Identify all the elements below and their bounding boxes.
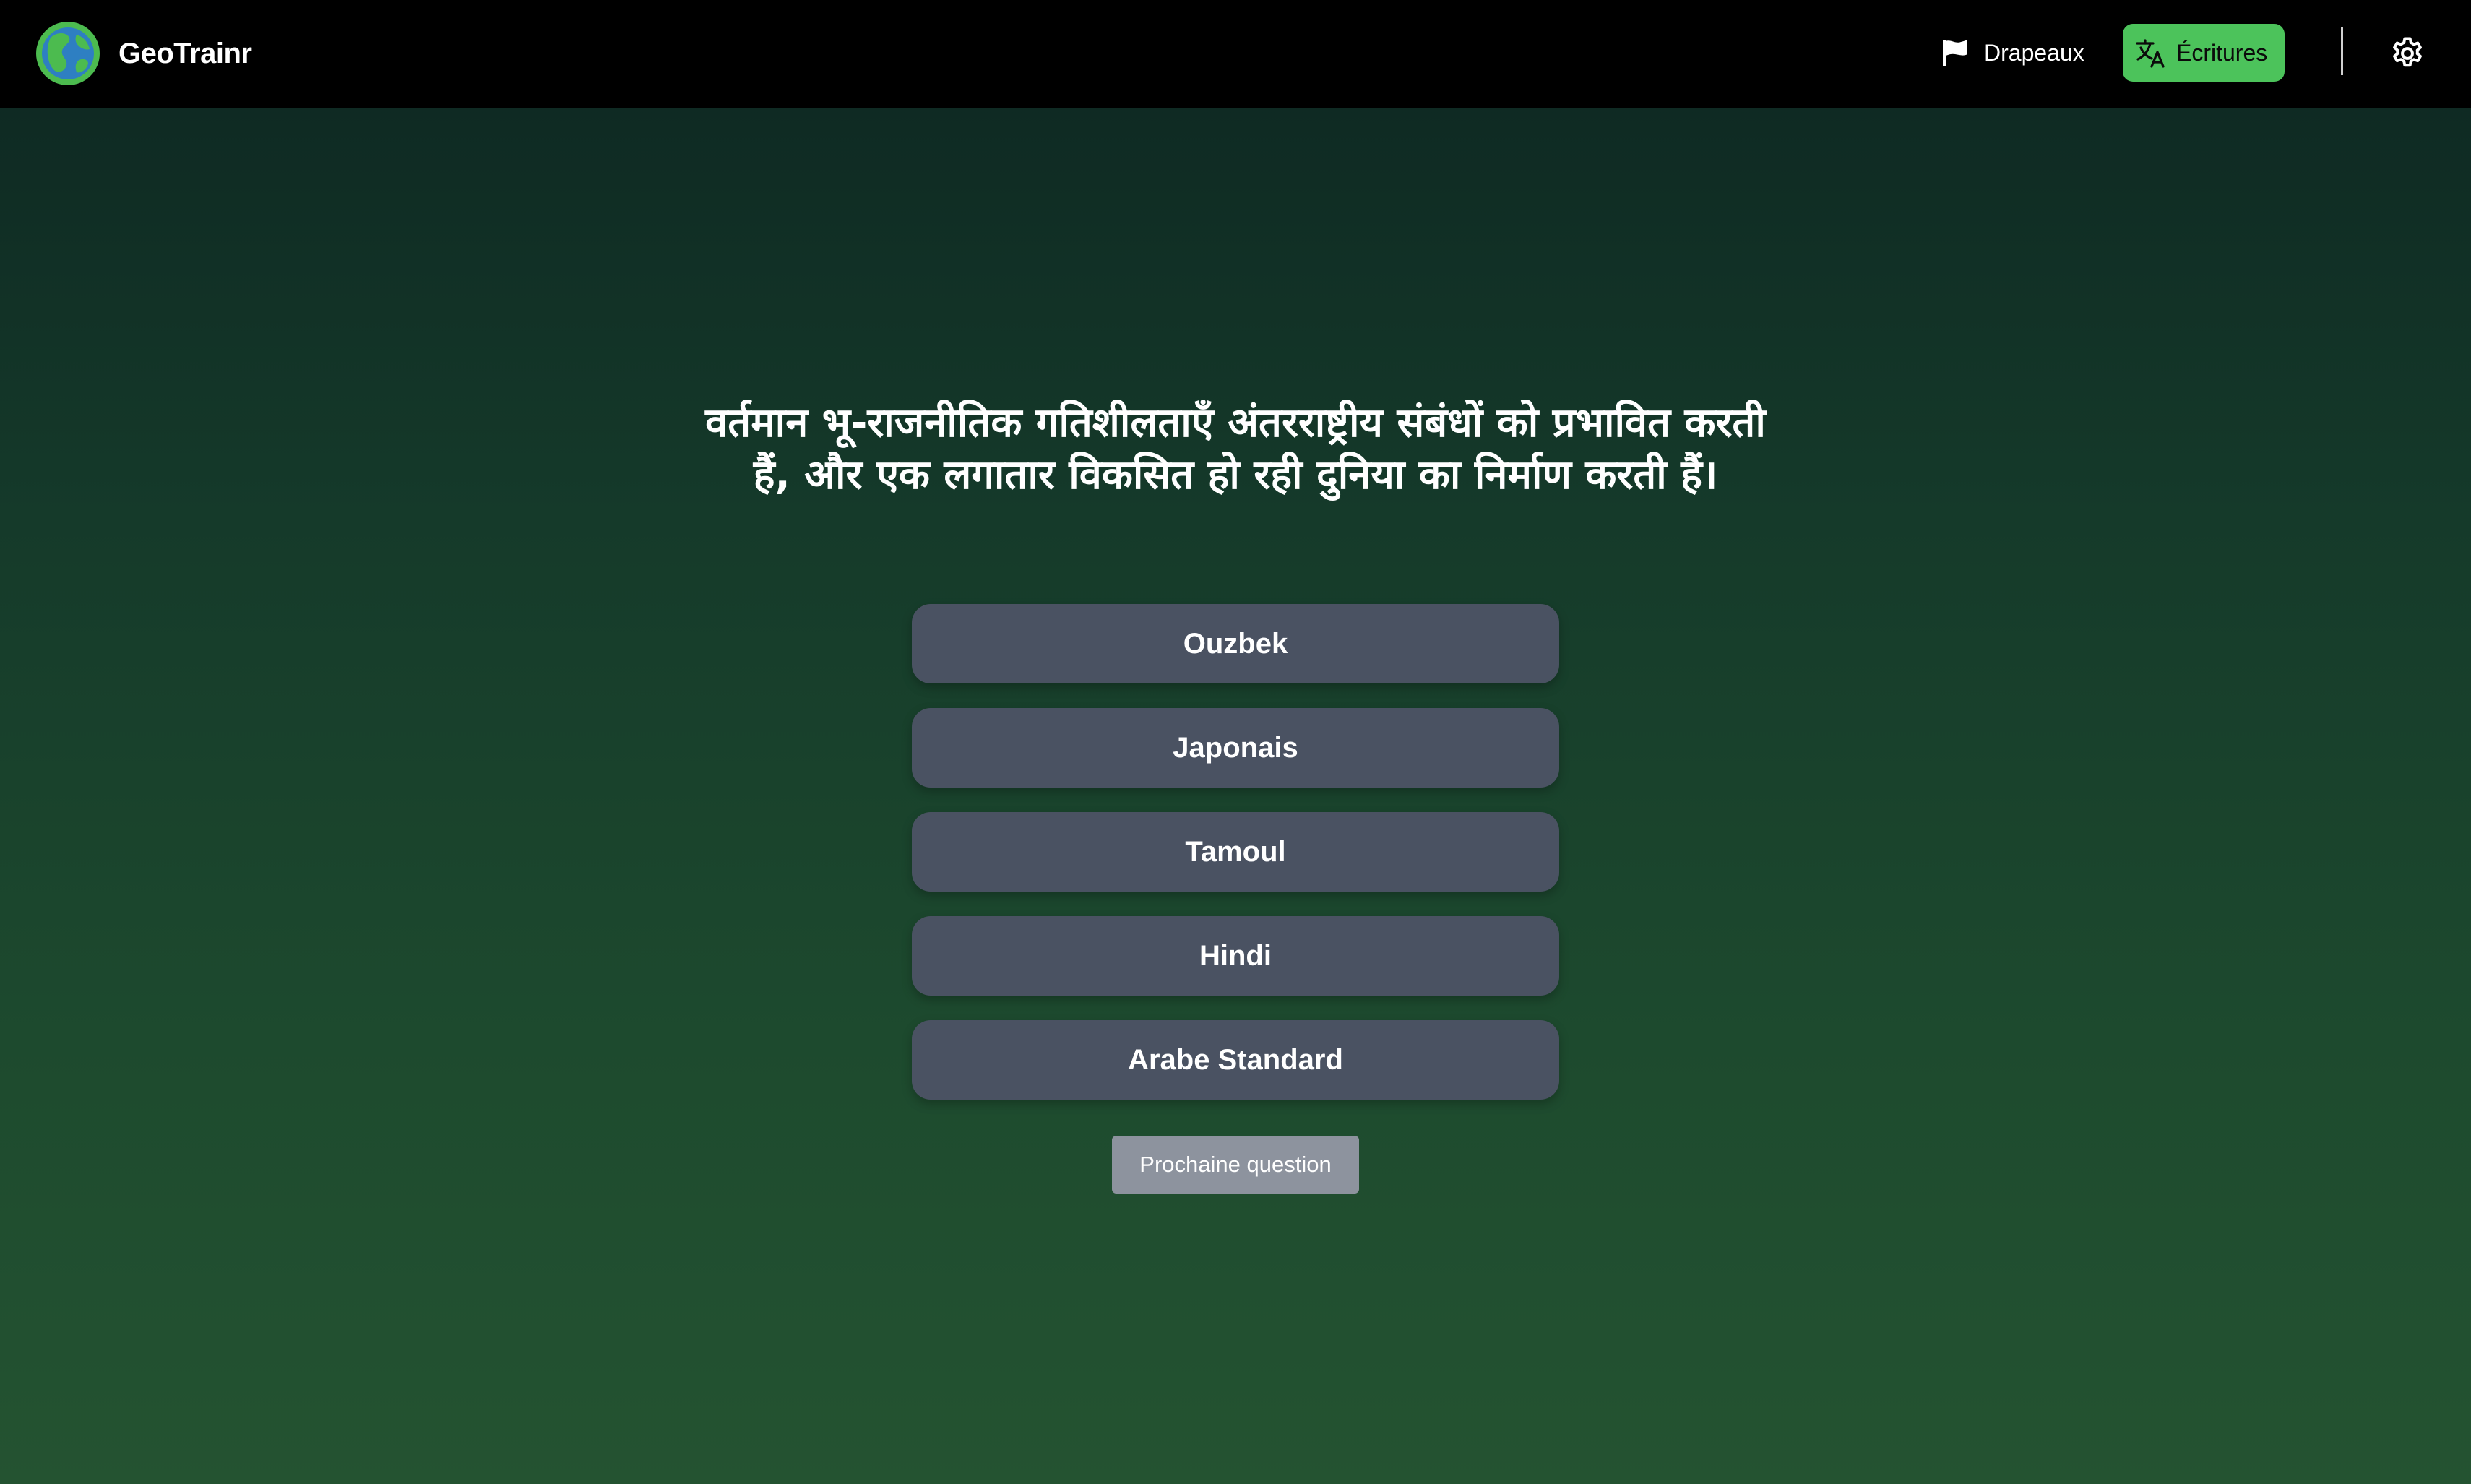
nav-item-ecritures[interactable]: Écritures: [2123, 24, 2285, 82]
nav-item-label: Écritures: [2176, 39, 2268, 66]
translate-icon: [2136, 39, 2165, 68]
next-question-button[interactable]: Prochaine question: [1112, 1136, 1359, 1194]
brand[interactable]: GeoTrainr: [35, 20, 252, 87]
question-text: वर्तमान भू-राजनीतिक गतिशीलताएँ अंतरराष्ट…: [705, 400, 1766, 499]
flag-icon: [1943, 40, 1967, 66]
answer-option-japonais[interactable]: Japonais: [912, 708, 1559, 788]
answer-list: Ouzbek Japonais Tamoul Hindi Arabe Stand…: [912, 604, 1559, 1124]
brand-name: GeoTrainr: [118, 37, 252, 69]
answer-option-tamoul[interactable]: Tamoul: [912, 812, 1559, 892]
nav-item-label: Drapeaux: [1984, 39, 2084, 66]
top-navbar: GeoTrainr Drapeaux Écritures: [0, 0, 2471, 108]
gear-icon[interactable]: [2389, 35, 2426, 72]
globe-logo-icon: [36, 22, 100, 85]
answer-option-hindi[interactable]: Hindi: [912, 916, 1559, 996]
nav-divider: [2341, 27, 2343, 75]
answer-option-arabe-standard[interactable]: Arabe Standard: [912, 1020, 1559, 1100]
answer-option-ouzbek[interactable]: Ouzbek: [912, 604, 1559, 683]
nav-item-drapeaux[interactable]: Drapeaux: [1922, 24, 2102, 82]
